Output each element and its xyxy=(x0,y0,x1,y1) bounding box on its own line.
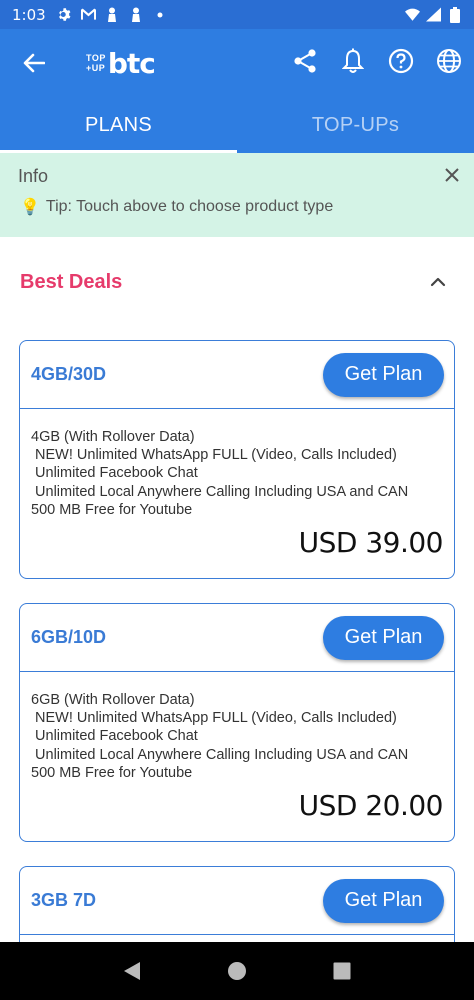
signal-icon xyxy=(426,7,441,22)
best-deals-header[interactable]: Best Deals xyxy=(20,262,454,302)
plan-description-line: Unlimited Facebook Chat xyxy=(31,465,198,482)
plan-name: 4GB/30D xyxy=(31,364,107,384)
system-nav-bar xyxy=(0,942,474,1000)
status-bar: 1:03 xyxy=(0,0,474,29)
info-tip: 💡 Tip: Touch above to choose product typ… xyxy=(20,197,333,217)
nav-home-icon[interactable] xyxy=(225,959,249,983)
plan-description-line: NEW! Unlimited WhatsApp FULL (Video, Cal… xyxy=(31,447,397,464)
app-bar: TOP +UP btc PLANS TOP-UPs xyxy=(0,29,474,153)
plan-description-line: 500 MB Free for Youtube xyxy=(31,501,193,518)
logo-top: TOP xyxy=(86,53,106,63)
plan-card: 4GB/30D Get Plan 4GB (With Rollover Data… xyxy=(19,340,455,579)
get-plan-button[interactable]: Get Plan xyxy=(323,878,444,923)
get-plan-button[interactable]: Get Plan xyxy=(323,615,444,660)
bell-icon[interactable] xyxy=(338,46,368,76)
plan-description-line: NEW! Unlimited WhatsApp FULL (Video, Cal… xyxy=(31,710,397,727)
gear-icon xyxy=(57,7,72,22)
close-icon[interactable] xyxy=(442,165,462,185)
info-banner: Info 💡 Tip: Touch above to choose produc… xyxy=(0,153,474,237)
plan-description-line: 6GB (With Rollover Data) xyxy=(31,692,195,708)
plan-name: 3GB 7D xyxy=(31,890,97,910)
share-icon[interactable] xyxy=(290,46,320,76)
status-time: 1:03 xyxy=(12,5,46,24)
gmail-icon xyxy=(80,7,96,22)
dot-icon xyxy=(153,7,168,22)
plan-description-line: Unlimited Facebook Chat xyxy=(31,728,198,745)
logo-brand: btc xyxy=(107,46,156,80)
tab-bar: PLANS TOP-UPs xyxy=(0,97,474,153)
plan-price: USD 20.00 xyxy=(298,789,444,823)
back-arrow-icon xyxy=(23,53,45,73)
globe-icon[interactable] xyxy=(434,46,464,76)
info-title: Info xyxy=(18,166,49,186)
tab-topups[interactable]: TOP-UPs xyxy=(237,97,474,153)
nav-recents-icon[interactable] xyxy=(330,959,354,983)
plan-card: 6GB/10D Get Plan 6GB (With Rollover Data… xyxy=(19,603,455,842)
get-plan-button[interactable]: Get Plan xyxy=(323,352,444,397)
info-tip-text: Tip: Touch above to choose product type xyxy=(45,198,334,215)
battery-icon xyxy=(447,6,462,23)
plan-description-line: 4GB (With Rollover Data) xyxy=(31,429,195,445)
plan-price: USD 39.00 xyxy=(298,526,444,560)
person-icon xyxy=(105,7,120,22)
plan-name: 6GB/10D xyxy=(31,627,107,647)
section-title: Best Deals xyxy=(20,270,123,293)
person-icon xyxy=(129,7,144,22)
chevron-up-icon[interactable] xyxy=(426,270,450,294)
wifi-icon xyxy=(405,7,420,22)
tab-plans[interactable]: PLANS xyxy=(0,97,237,153)
lightbulb-icon: 💡 xyxy=(20,199,40,216)
help-icon[interactable] xyxy=(386,46,416,76)
plan-description-line: 500 MB Free for Youtube xyxy=(31,764,193,781)
back-button[interactable] xyxy=(20,49,48,77)
topup-btc-logo: TOP +UP btc xyxy=(86,46,156,80)
nav-back-icon[interactable] xyxy=(120,959,144,983)
plan-description-line: Unlimited Local Anywhere Calling Includi… xyxy=(31,483,409,500)
plan-description-line: Unlimited Local Anywhere Calling Includi… xyxy=(31,746,409,763)
logo-up: +UP xyxy=(86,63,106,73)
